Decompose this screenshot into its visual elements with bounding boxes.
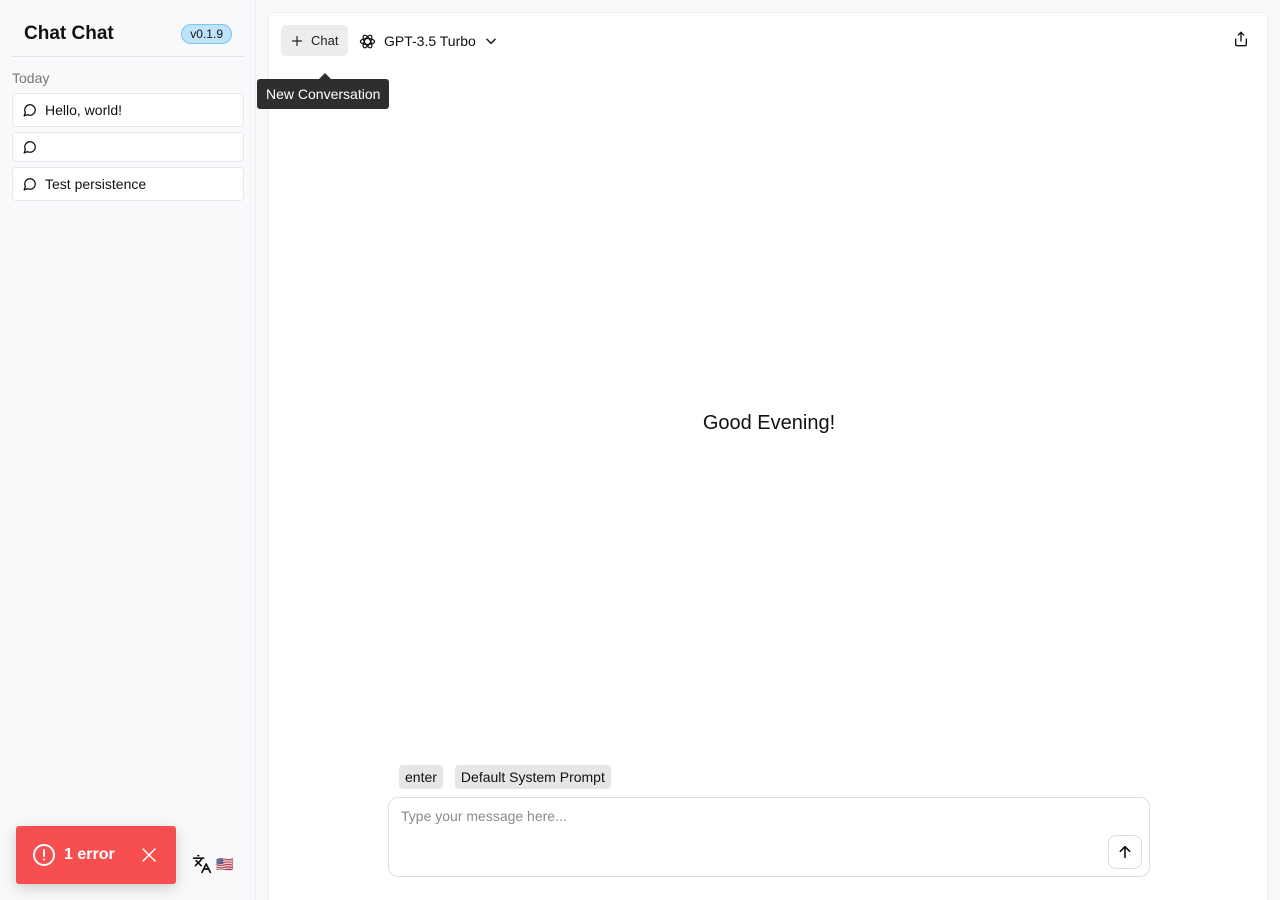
plus-icon xyxy=(291,35,303,46)
conversation-title: Test persistence xyxy=(45,176,147,192)
greeting-text: Good Evening! xyxy=(702,412,836,434)
message-composer xyxy=(388,797,1150,877)
close-icon[interactable] xyxy=(140,846,158,864)
model-select[interactable]: GPT-3.5 Turbo xyxy=(359,29,498,53)
app-root: Chat Chat v0.1.9 Today Hello, world! Tes… xyxy=(0,0,1280,900)
conversation-title: Hello, world! xyxy=(45,102,123,118)
chat-bubble-icon xyxy=(23,178,36,191)
model-label: GPT-3.5 Turbo xyxy=(384,33,476,49)
chat-panel: Chat New Conversation GPT-3.5 Turbo Good… xyxy=(257,12,1268,900)
translate-icon xyxy=(192,854,212,874)
prompt-chips: enter Default System Prompt xyxy=(399,765,623,789)
error-toast[interactable]: 1 error xyxy=(16,826,176,884)
version-badge: v0.1.9 xyxy=(181,24,232,44)
chat-bubble-icon xyxy=(23,141,36,154)
alert-circle-icon xyxy=(33,844,55,866)
message-input[interactable] xyxy=(401,808,1091,864)
new-conversation-tooltip: New Conversation xyxy=(257,73,390,109)
share-button[interactable] xyxy=(1233,31,1249,52)
conversation-item[interactable]: Test persistence xyxy=(12,167,244,201)
conversation-item[interactable]: Hello, world! xyxy=(12,93,244,127)
new-chat-label: Chat xyxy=(311,33,339,48)
new-chat-button[interactable]: Chat New Conversation xyxy=(257,25,390,109)
error-count: 1 error xyxy=(64,846,115,863)
system-prompt-chip[interactable]: Default System Prompt xyxy=(454,765,611,789)
app-title: Chat Chat xyxy=(24,23,114,44)
enter-chip[interactable]: enter xyxy=(399,765,443,789)
conversation-item[interactable] xyxy=(12,132,244,162)
arrow-up-icon xyxy=(1119,845,1131,859)
share-icon xyxy=(1235,31,1247,47)
sidebar-header: Chat Chat v0.1.9 xyxy=(12,13,244,57)
chevron-down-icon xyxy=(486,38,496,45)
chat-bubble-icon xyxy=(23,104,36,117)
send-button[interactable] xyxy=(1108,835,1142,869)
language-switcher[interactable]: 🇺🇸 xyxy=(192,854,233,874)
sidebar: Chat Chat v0.1.9 Today Hello, world! Tes… xyxy=(0,0,256,900)
conversation-group-label: Today xyxy=(12,70,50,86)
conversation-list: Hello, world! Test persistence xyxy=(12,93,244,206)
flag-icon: 🇺🇸 xyxy=(216,856,234,872)
openai-icon xyxy=(359,34,376,48)
